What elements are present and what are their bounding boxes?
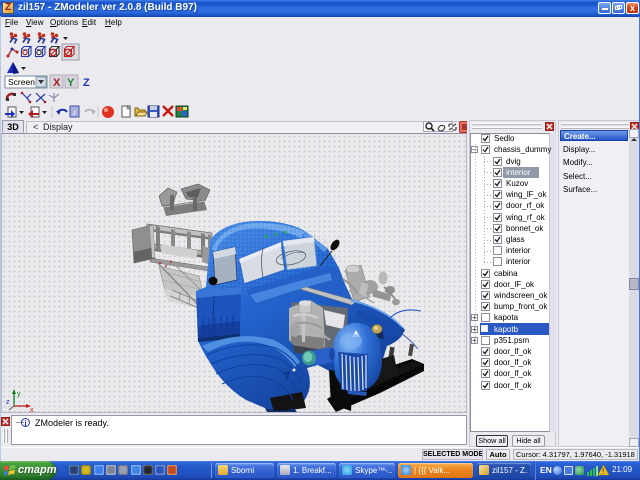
svg-text:X: X bbox=[53, 77, 61, 89]
svg-text:Screen: Screen bbox=[8, 77, 35, 87]
svg-text:!: ! bbox=[602, 467, 604, 476]
svg-text:Y: Y bbox=[67, 77, 75, 89]
svg-text:z: z bbox=[6, 399, 10, 406]
svg-text:x: x bbox=[30, 407, 34, 414]
svg-text:y: y bbox=[17, 391, 21, 398]
svg-text:♪: ♪ bbox=[72, 107, 77, 117]
svg-text:Z: Z bbox=[83, 77, 90, 89]
